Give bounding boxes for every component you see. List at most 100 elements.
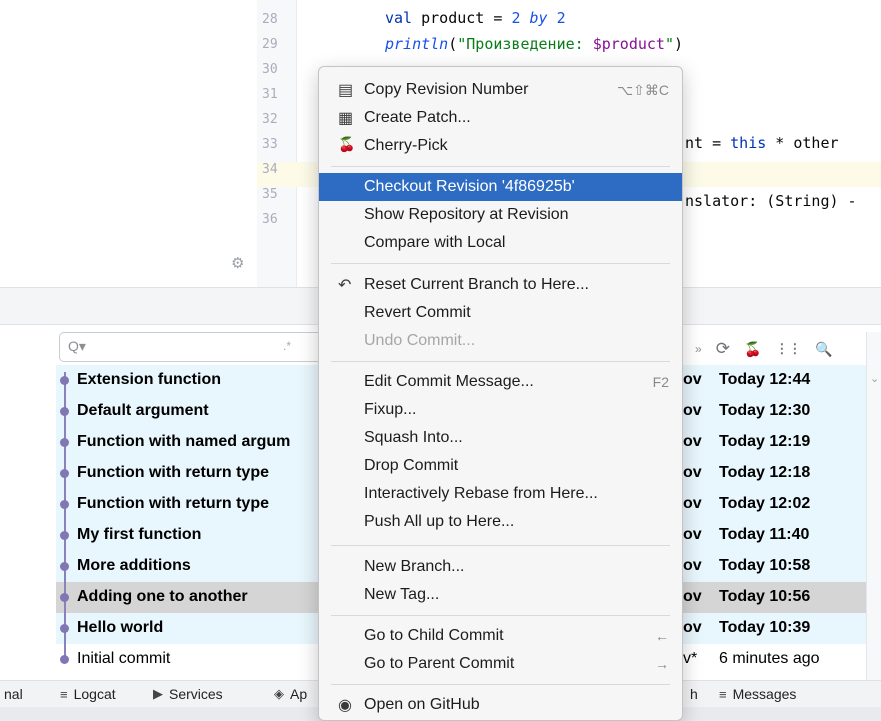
menu-item-new-tag[interactable]: New Tag... — [319, 581, 682, 609]
menu-separator — [331, 166, 670, 167]
commit-node — [60, 407, 69, 416]
menu-item-reset-current-branch[interactable]: ↶ Reset Current Branch to Here... — [319, 271, 682, 299]
more-icon[interactable]: » — [695, 342, 702, 356]
menu-item-cherry-pick[interactable]: 🍒 Cherry-Pick — [319, 132, 682, 160]
app-inspection-icon: ◈ — [274, 686, 284, 701]
services-icon: ▶ — [153, 686, 163, 701]
tool-tab-services[interactable]: ▶ Services — [153, 686, 223, 702]
menu-item-label: Interactively Rebase from Here... — [364, 485, 598, 502]
cherry-pick-icon[interactable]: 🍒 — [744, 341, 761, 358]
commit-subject: More additions — [77, 557, 191, 574]
menu-item-label: Open on GitHub — [364, 696, 480, 713]
menu-item-label: Undo Commit... — [364, 332, 476, 349]
tool-tab-logcat[interactable]: ≡ Logcat — [60, 686, 116, 702]
commit-date: Today 10:58 — [719, 557, 811, 574]
search-icon[interactable]: 🔍 — [815, 341, 832, 358]
menu-item-label: Reset Current Branch to Here... — [364, 276, 589, 293]
commit-date: Today 12:44 — [719, 371, 811, 388]
commit-date: Today 12:30 — [719, 402, 811, 419]
line-number: 32 — [262, 112, 278, 127]
intellisort-icon[interactable]: ⋮⋮ — [775, 341, 801, 357]
menu-item-copy-revision-number[interactable]: ▤ Copy Revision Number ⌥⇧⌘C — [319, 76, 682, 104]
menu-item-checkout-revision[interactable]: Checkout Revision '4f86925b' — [319, 173, 682, 201]
menu-item-label: Push All up to Here... — [364, 513, 515, 530]
refresh-icon[interactable]: ⟳ — [716, 339, 730, 359]
menu-item-create-patch[interactable]: ▦ Create Patch... — [319, 104, 682, 132]
string-template: $product — [592, 35, 665, 53]
tool-tab-app-inspection[interactable]: ◈ Ap — [274, 686, 307, 702]
line-number: 30 — [262, 62, 278, 77]
chevron-down-icon[interactable]: ⌄ — [870, 372, 879, 385]
line-number: 29 — [262, 37, 278, 52]
menu-item-label: Checkout Revision '4f86925b' — [364, 178, 575, 195]
menu-item-revert-commit[interactable]: Revert Commit — [319, 299, 682, 327]
line-number: 34 — [262, 162, 278, 177]
menu-item-compare-with-local[interactable]: Compare with Local — [319, 229, 682, 257]
code-text: ( — [448, 35, 458, 53]
line-number: 28 — [262, 12, 278, 27]
menu-item-push-all-up-to-here[interactable]: Push All up to Here... — [319, 508, 682, 536]
patch-icon: ▦ — [338, 110, 354, 127]
line-number: 35 — [262, 187, 278, 202]
commit-date: Today 12:18 — [719, 464, 811, 481]
line-number: 33 — [262, 137, 278, 152]
commit-subject: My first function — [77, 526, 202, 543]
menu-item-interactively-rebase[interactable]: Interactively Rebase from Here... — [319, 480, 682, 508]
menu-item-label: Cherry-Pick — [364, 137, 448, 154]
commit-date: Today 10:56 — [719, 588, 811, 605]
commit-node — [60, 500, 69, 509]
commit-author: ov — [683, 619, 702, 636]
menu-item-shortcut: ← — [655, 628, 669, 644]
menu-item-undo-commit: Undo Commit... — [319, 327, 682, 355]
commit-author: ov — [683, 495, 702, 512]
commit-author: ov — [683, 588, 702, 605]
number-literal: 2 — [556, 9, 566, 27]
menu-item-new-branch[interactable]: New Branch... — [319, 553, 682, 581]
commit-subject: Function with return type — [77, 495, 269, 512]
commit-node — [60, 655, 69, 664]
menu-item-label: Create Patch... — [364, 109, 471, 126]
tool-tab-messages[interactable]: ≡ Messages — [719, 686, 796, 702]
commit-author: ov — [683, 526, 702, 543]
menu-item-label: New Branch... — [364, 558, 465, 575]
menu-item-label: Fixup... — [364, 401, 417, 418]
commit-node — [60, 562, 69, 571]
tool-tab-terminal[interactable]: nal — [4, 686, 23, 702]
menu-item-drop-commit[interactable]: Drop Commit — [319, 452, 682, 480]
menu-item-go-to-child-commit[interactable]: Go to Child Commit ← — [319, 622, 682, 650]
menu-item-label: Revert Commit — [364, 304, 471, 321]
code-text: product = — [412, 9, 512, 27]
code-line-34: nslator: (String) - — [685, 192, 857, 210]
commit-node — [60, 531, 69, 540]
commit-subject: Adding one to another — [77, 588, 248, 605]
gear-icon[interactable]: ⚙ — [231, 254, 244, 272]
github-icon: ◉ — [338, 697, 352, 714]
menu-item-go-to-parent-commit[interactable]: Go to Parent Commit → — [319, 650, 682, 678]
tool-tab-label: Services — [169, 686, 223, 702]
search-icon: Q▾ — [68, 338, 86, 354]
menu-item-fixup[interactable]: Fixup... — [319, 396, 682, 424]
menu-item-show-repository-at-revision[interactable]: Show Repository at Revision — [319, 201, 682, 229]
log-search-input[interactable]: Q▾ .* — [59, 332, 334, 362]
tool-tab-label: h — [690, 686, 698, 702]
function-call: println — [385, 35, 449, 53]
commit-date: Today 11:40 — [719, 526, 810, 543]
commit-author: ov — [683, 371, 702, 388]
messages-icon: ≡ — [719, 686, 727, 702]
menu-item-label: Edit Commit Message... — [364, 373, 534, 390]
menu-item-edit-commit-message[interactable]: Edit Commit Message... F2 — [319, 368, 682, 396]
menu-item-label: Copy Revision Number — [364, 81, 529, 98]
menu-separator — [331, 263, 670, 264]
cherry-pick-icon: 🍒 — [338, 136, 356, 152]
keyword: this — [730, 134, 767, 152]
reset-icon: ↶ — [338, 277, 352, 294]
menu-item-open-on-github[interactable]: ◉ Open on GitHub — [319, 691, 682, 719]
string-literal: "Произведение: — [457, 35, 593, 53]
menu-item-label: Squash Into... — [364, 429, 463, 446]
tool-tab-partial[interactable]: h — [690, 686, 698, 702]
line-number: 36 — [262, 212, 278, 227]
code-line-32: nt = this * other — [685, 134, 839, 152]
regex-toggle[interactable]: .* — [283, 339, 291, 353]
menu-item-squash-into[interactable]: Squash Into... — [319, 424, 682, 452]
commit-subject: Hello world — [77, 619, 164, 636]
